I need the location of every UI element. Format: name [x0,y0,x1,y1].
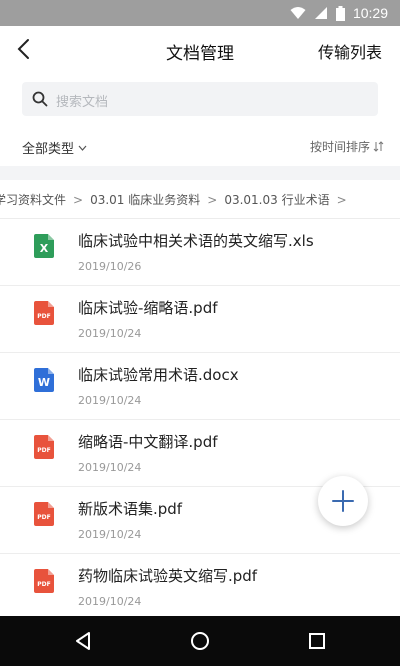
file-name: 缩略语-中文翻译.pdf [78,433,218,451]
word-file-icon: W [34,368,54,392]
status-bar: 10:29 [0,0,400,26]
pdf-file-icon: PDF [34,502,54,526]
file-name: 药物临床试验英文缩写.pdf [78,567,258,585]
file-row[interactable]: W 临床试验常用术语.docx 2019/10/24 [0,353,400,420]
file-list: X 临床试验中相关术语的英文缩写.xls 2019/10/26 PDF 临床试验… [0,219,400,621]
recents-square-icon[interactable] [306,630,328,652]
svg-text:X: X [40,242,49,255]
breadcrumb-separator: > [207,192,218,207]
file-name: 临床试验中相关术语的英文缩写.xls [78,232,314,250]
svg-text:PDF: PDF [37,447,50,454]
add-button[interactable] [318,476,368,526]
file-date: 2019/10/24 [78,327,142,340]
pdf-file-icon: PDF [34,569,54,593]
svg-text:PDF: PDF [37,581,50,588]
plus-icon [332,490,354,512]
system-nav-bar [0,616,400,666]
xls-file-icon: X [34,234,54,258]
file-row[interactable]: X 临床试验中相关术语的英文缩写.xls 2019/10/26 [0,219,400,286]
file-date: 2019/10/24 [78,461,142,474]
search-icon [32,91,48,107]
breadcrumb: 学习资料文件 > 03.01 临床业务资料 > 03.01.03 行业术语 > [0,180,400,218]
svg-text:PDF: PDF [37,313,50,320]
sort-icon [373,141,384,152]
pdf-file-icon: PDF [34,301,54,325]
filter-bar: 全部类型 按时间排序 [0,128,400,166]
file-name: 临床试验常用术语.docx [78,366,239,384]
search-placeholder: 搜索文档 [56,95,109,110]
file-name: 新版术语集.pdf [78,500,183,518]
top-nav-bar: 文档管理 传输列表 [0,26,400,72]
file-date: 2019/10/24 [78,595,142,608]
breadcrumb-separator: > [73,192,84,207]
battery-icon [335,5,345,21]
file-date: 2019/10/24 [78,394,142,407]
section-divider [0,166,400,180]
file-row[interactable]: PDF 临床试验-缩略语.pdf 2019/10/24 [0,286,400,353]
pdf-file-icon: PDF [34,435,54,459]
wifi-icon [290,7,306,19]
breadcrumb-item[interactable]: 03.01.03 行业术语 [224,191,329,208]
sort-label: 按时间排序 [309,140,370,154]
back-triangle-icon[interactable] [72,630,94,652]
transfer-list-button[interactable]: 传输列表 [318,39,382,63]
type-filter-label: 全部类型 [22,142,75,157]
home-circle-icon[interactable] [189,630,211,652]
sort-dropdown[interactable]: 按时间排序 [310,138,384,155]
file-name: 临床试验-缩略语.pdf [78,299,218,317]
file-row[interactable]: PDF 药物临床试验英文缩写.pdf 2019/10/24 [0,554,400,621]
status-icons: 10:29 [290,4,388,22]
breadcrumb-separator: > [336,192,347,207]
breadcrumb-item[interactable]: 03.01 临床业务资料 [90,191,200,208]
signal-icon [314,7,327,19]
file-date: 2019/10/26 [78,260,142,273]
breadcrumb-item[interactable]: 学习资料文件 [0,191,66,208]
type-filter-dropdown[interactable]: 全部类型 [22,138,87,157]
svg-text:W: W [38,376,50,389]
chevron-down-icon [78,145,87,151]
file-date: 2019/10/24 [78,528,142,541]
svg-text:PDF: PDF [37,514,50,521]
status-time: 10:29 [352,5,388,21]
search-input[interactable]: 搜索文档 [22,82,378,116]
